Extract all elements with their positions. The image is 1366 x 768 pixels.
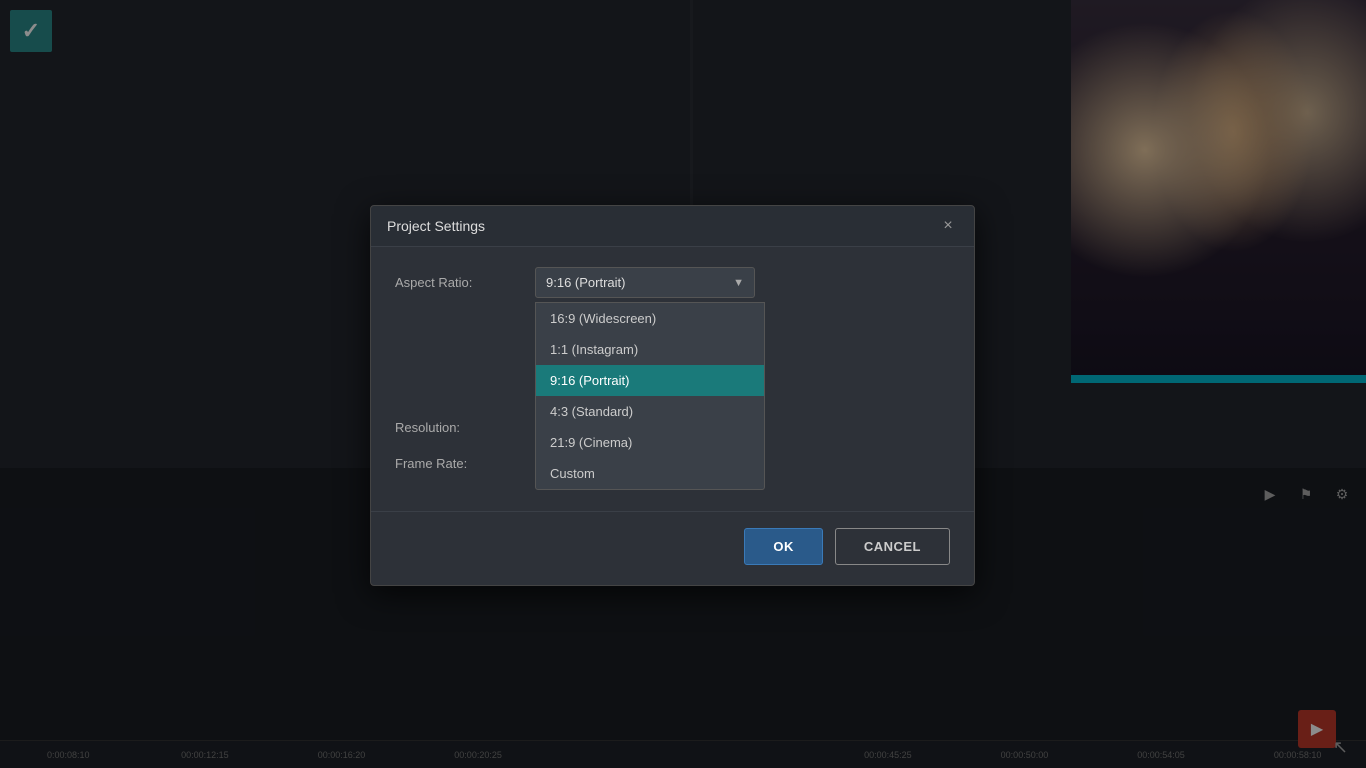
project-settings-dialog: Project Settings × Aspect Ratio: 9:16 (P… (370, 205, 975, 586)
ok-button[interactable]: OK (744, 528, 823, 565)
dialog-body: Aspect Ratio: 9:16 (Portrait) ▼ 16:9 (Wi… (371, 247, 974, 511)
aspect-ratio-control: 9:16 (Portrait) ▼ 16:9 (Widescreen) 1:1 … (535, 267, 950, 298)
dropdown-item-0[interactable]: 16:9 (Widescreen) (536, 303, 764, 334)
dropdown-item-4[interactable]: 21:9 (Cinema) (536, 427, 764, 458)
cancel-button[interactable]: CANCEL (835, 528, 950, 565)
dropdown-item-5[interactable]: Custom (536, 458, 764, 489)
dialog-close-button[interactable]: × (938, 216, 958, 236)
aspect-ratio-label: Aspect Ratio: (395, 275, 535, 290)
frame-rate-label: Frame Rate: (395, 456, 535, 471)
aspect-ratio-selected-value: 9:16 (Portrait) (546, 275, 625, 290)
dialog-footer: OK CANCEL (371, 511, 974, 585)
dropdown-item-1[interactable]: 1:1 (Instagram) (536, 334, 764, 365)
dialog-header: Project Settings × (371, 206, 974, 247)
aspect-ratio-select[interactable]: 9:16 (Portrait) ▼ (535, 267, 755, 298)
dropdown-item-3[interactable]: 4:3 (Standard) (536, 396, 764, 427)
aspect-ratio-dropdown-menu: 16:9 (Widescreen) 1:1 (Instagram) 9:16 (… (535, 302, 765, 490)
dialog-title: Project Settings (387, 218, 485, 234)
resolution-label: Resolution: (395, 420, 535, 435)
dropdown-item-2[interactable]: 9:16 (Portrait) (536, 365, 764, 396)
aspect-ratio-row: Aspect Ratio: 9:16 (Portrait) ▼ 16:9 (Wi… (395, 267, 950, 298)
dropdown-arrow-icon: ▼ (733, 277, 744, 289)
